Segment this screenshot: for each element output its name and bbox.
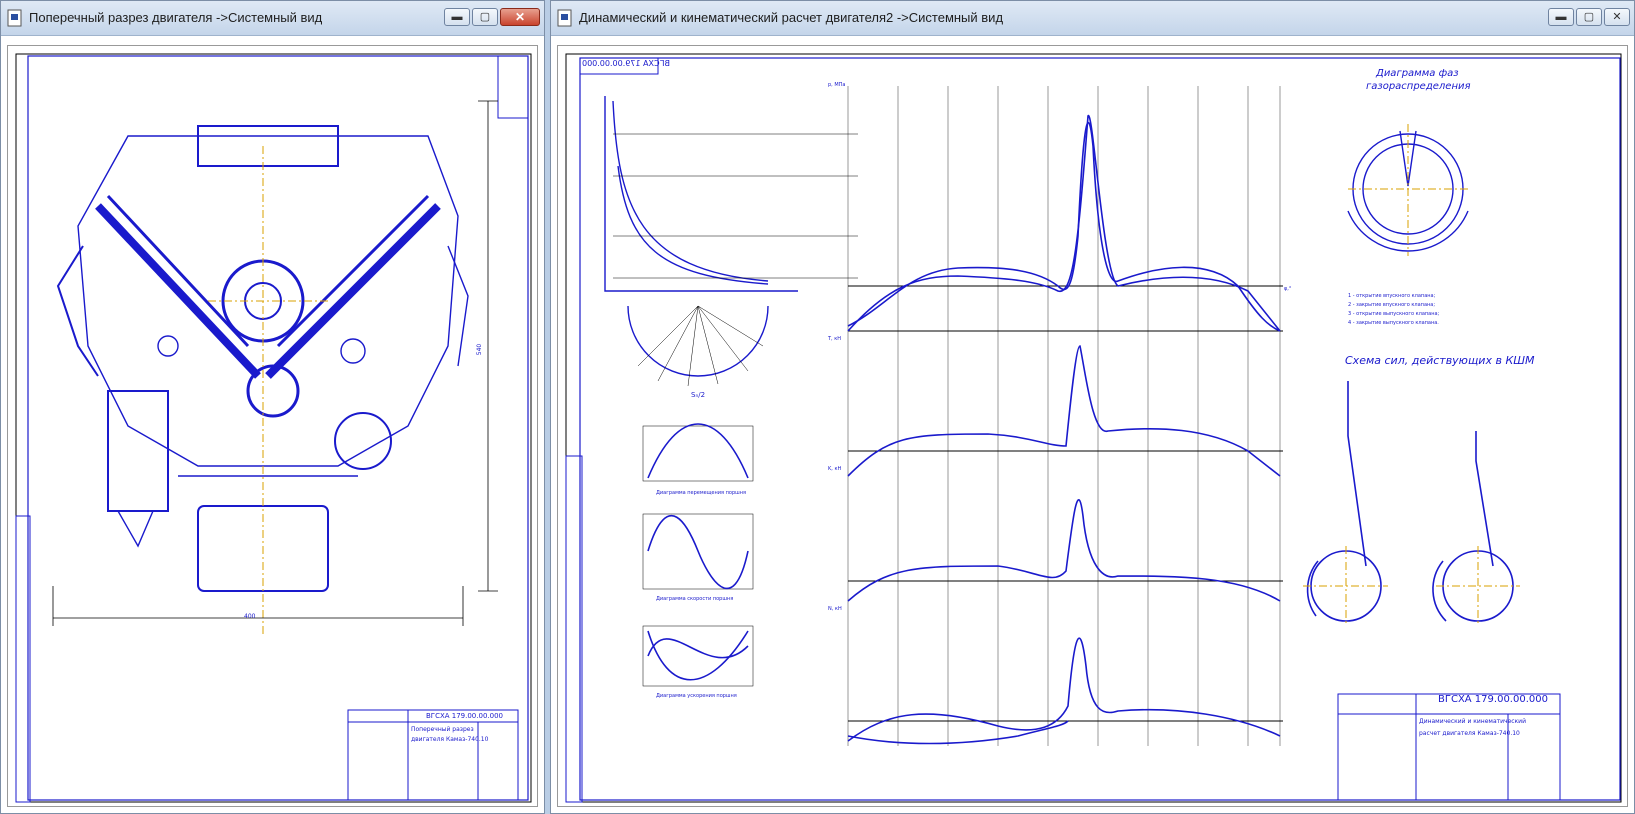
window-title: Динамический и кинематический расчет дви… — [579, 10, 1004, 25]
right-document-window[interactable]: Динамический и кинематический расчет дви… — [550, 0, 1635, 814]
dimension-width: 400 — [244, 613, 256, 620]
close-icon: ✕ — [1612, 11, 1622, 23]
left-title-bar[interactable]: Поперечный разрез двигателя ->Системный … — [1, 1, 544, 36]
k-axis-label: K, кН — [828, 466, 842, 472]
valve-diagram-title-1: Диаграмма фаз — [1376, 68, 1459, 79]
close-button[interactable]: ✕ — [500, 8, 540, 26]
document-icon — [557, 9, 572, 27]
legend-item-3: 3 - открытие выпускного клапана; — [1348, 311, 1440, 317]
t-axis-label: T, кН — [828, 336, 842, 342]
drawing-canvas-right[interactable]: ВГСХА 179.00.00.000 Диаграмма фаз газора… — [557, 45, 1628, 807]
stamp-title-line1: Динамический и кинематический — [1419, 718, 1526, 725]
caption-move: Диаграмма перемещения поршня — [656, 490, 746, 496]
maximize-button[interactable]: ▢ — [1576, 8, 1602, 26]
legend-item-1: 1 - открытие впускного клапана; — [1348, 293, 1436, 299]
valve-diagram-title-2: газораспределения — [1366, 81, 1471, 92]
right-title-bar[interactable]: Динамический и кинематический расчет дви… — [551, 1, 1634, 36]
restore-button[interactable]: ✕ — [1604, 8, 1630, 26]
stroke-half-label: Sₙ/2 — [691, 391, 706, 399]
p-axis-label: p, МПа — [828, 82, 846, 88]
caption-accel: Диаграмма ускорения поршня — [656, 693, 737, 699]
left-document-window[interactable]: Поперечный разрез двигателя ->Системный … — [0, 0, 545, 814]
window-title: Поперечный разрез двигателя ->Системный … — [29, 10, 323, 25]
legend-item-2: 2 - закрытие впускного клапана; — [1348, 302, 1436, 308]
mirror-code: ВГСХА 179.00.00.000 — [582, 59, 670, 68]
document-icon — [7, 9, 22, 27]
minimize-icon: ▬ — [1555, 11, 1567, 23]
dimension-height: 540 — [476, 343, 484, 356]
n-axis-label: N, кН — [828, 606, 842, 612]
minimize-icon: ▬ — [451, 11, 463, 23]
stamp-title-line1: Поперечный разрез — [411, 726, 474, 733]
legend-item-4: 4 - закрытие выпускного клапана. — [1348, 320, 1439, 326]
maximize-button[interactable]: ▢ — [472, 8, 498, 26]
minimize-button[interactable]: ▬ — [444, 8, 470, 26]
minimize-button[interactable]: ▬ — [1548, 8, 1574, 26]
caption-speed: Диаграмма скорости поршня — [656, 596, 734, 602]
stamp-code: ВГСХА 179.00.00.000 — [1438, 694, 1548, 705]
maximize-icon: ▢ — [479, 11, 491, 23]
phi-axis-label: φ,° — [1284, 286, 1292, 292]
drawing-canvas-left[interactable]: 400 540 ВГСХА 179.00.00.000 Поперечный р… — [7, 45, 538, 807]
close-icon: ✕ — [514, 10, 526, 24]
stamp-code: ВГСХА 179.00.00.000 — [426, 712, 503, 720]
engine-cross-section-drawing — [15, 53, 532, 803]
maximize-icon: ▢ — [1583, 11, 1595, 23]
forces-scheme-title: Схема сил, действующих в КШМ — [1345, 354, 1535, 367]
stamp-title-line2: двигателя Камаз-740.10 — [411, 736, 489, 743]
stamp-title-line2: расчет двигателя Камаз-740.10 — [1419, 730, 1520, 737]
